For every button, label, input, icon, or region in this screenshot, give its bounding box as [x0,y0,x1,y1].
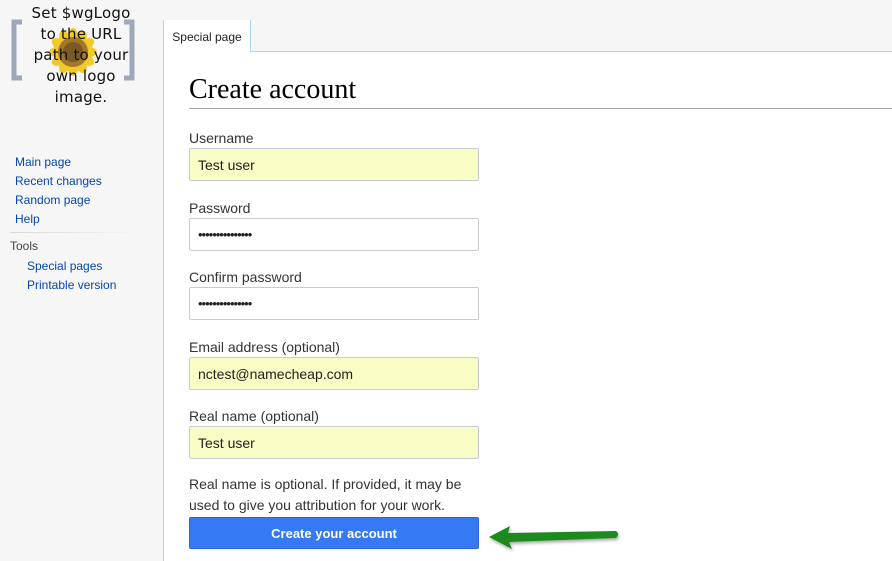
email-field[interactable] [189,357,479,390]
real-name-label: Real name (optional) [189,408,319,424]
sidebar-item-main-page[interactable]: Main page [15,153,102,172]
real-name-help-text: Real name is optional. If provided, it m… [189,476,462,513]
confirm-password-label: Confirm password [189,269,302,285]
title-divider [189,108,892,109]
content-left-border [163,51,164,561]
sidebar-item-special-pages[interactable]: Special pages [27,257,116,276]
logo-placeholder-text: Set $wgLogo to the URL path to your own … [31,4,131,106]
tab-bar-border [251,51,892,52]
sidebar-item-random-page[interactable]: Random page [15,191,102,210]
password-field[interactable] [189,218,479,251]
arrow-left-icon [489,526,618,549]
sidebar-divider [10,232,143,233]
sidebar-item-printable-version[interactable]: Printable version [27,276,116,295]
email-label: Email address (optional) [189,339,340,355]
tab-special-page[interactable]: Special page [163,20,251,52]
create-account-button[interactable]: Create your account [189,517,479,549]
page-title: Create account [189,74,357,105]
tools-navigation: Special pages Printable version [27,257,116,295]
tools-heading: Tools [10,239,39,253]
username-label: Username [189,130,254,146]
sidebar-item-help[interactable]: Help [15,210,102,229]
site-logo[interactable]: Set $wgLogo to the URL path to your own … [0,0,160,115]
password-label: Password [189,200,251,216]
username-field[interactable] [189,148,479,181]
sidebar-navigation: Main page Recent changes Random page Hel… [15,153,102,229]
sidebar-item-recent-changes[interactable]: Recent changes [15,172,102,191]
confirm-password-field[interactable] [189,287,479,320]
real-name-field[interactable] [189,426,479,459]
